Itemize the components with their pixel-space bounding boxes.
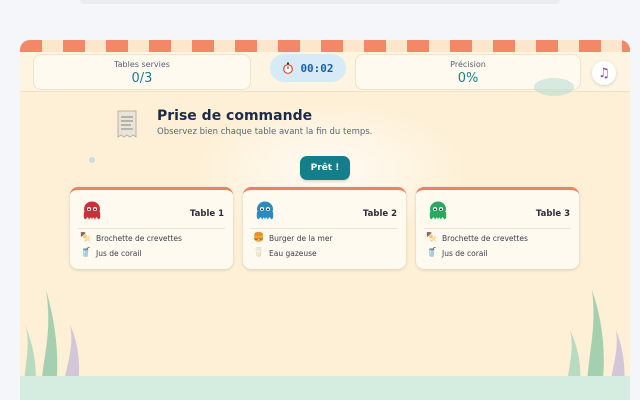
order-item: 🍢 Brochette de crevettes <box>426 233 528 243</box>
intro-title: Prise de commande <box>157 108 313 124</box>
order-item-name: Brochette de crevettes <box>96 233 182 243</box>
table-card-2[interactable]: Table 2 🍔 Burger de la mer 🥛 Eau gazeuse <box>243 187 406 269</box>
order-item-name: Brochette de crevettes <box>442 233 528 243</box>
table-label: Table 2 <box>362 209 397 219</box>
precision-label: Précision <box>450 60 486 69</box>
music-toggle-button[interactable]: ♫ <box>592 61 616 85</box>
awning <box>20 40 630 52</box>
divider <box>78 228 225 229</box>
drink-icon: 🥤 <box>80 248 92 258</box>
order-item: 🥛 Eau gazeuse <box>253 248 317 258</box>
tables-served-value: 0/3 <box>131 71 153 86</box>
stopwatch-icon <box>283 62 294 74</box>
music-note-icon: ♫ <box>598 65 610 81</box>
tables-served-box: Tables servies 0/3 <box>33 54 251 90</box>
game-frame: Tables servies 0/3 00:02 Précision 0% ♫ … <box>20 40 630 400</box>
table-label: Table 3 <box>535 209 570 219</box>
divider <box>251 228 398 229</box>
order-item-name: Jus de corail <box>96 248 142 258</box>
top-bar-strip <box>80 0 560 4</box>
order-item-name: Jus de corail <box>442 248 488 258</box>
blue-octopus-icon <box>256 201 274 220</box>
ready-button[interactable]: Prêt ! <box>300 156 350 180</box>
bubble <box>89 157 95 163</box>
skewer-icon: 🍢 <box>80 233 92 243</box>
table-label: Table 1 <box>189 209 224 219</box>
water-glass-icon: 🥛 <box>253 248 265 258</box>
fish-shadow-decoration <box>534 78 574 96</box>
table-card-3[interactable]: Table 3 🍢 Brochette de crevettes 🥤 Jus d… <box>416 187 579 269</box>
sea-floor <box>20 376 630 400</box>
drink-icon: 🥤 <box>426 248 438 258</box>
timer: 00:02 <box>270 54 346 82</box>
order-item: 🍢 Brochette de crevettes <box>80 233 182 243</box>
table-card-1[interactable]: Table 1 🍢 Brochette de crevettes 🥤 Jus d… <box>70 187 233 269</box>
red-octopus-icon <box>83 201 101 220</box>
intro-subtitle: Observez bien chaque table avant la fin … <box>157 127 373 137</box>
burger-icon: 🍔 <box>253 233 265 243</box>
timer-value: 00:02 <box>300 61 334 75</box>
order-item-name: Eau gazeuse <box>269 248 317 258</box>
green-octopus-icon <box>429 201 447 220</box>
receipt-icon <box>117 110 137 138</box>
game-header: Tables servies 0/3 00:02 Précision 0% ♫ <box>20 52 630 96</box>
order-item: 🥤 Jus de corail <box>426 248 488 258</box>
order-item: 🍔 Burger de la mer <box>253 233 333 243</box>
skewer-icon: 🍢 <box>426 233 438 243</box>
order-item: 🥤 Jus de corail <box>80 248 142 258</box>
divider <box>424 228 571 229</box>
order-item-name: Burger de la mer <box>269 233 333 243</box>
tables-served-label: Tables servies <box>114 60 170 69</box>
